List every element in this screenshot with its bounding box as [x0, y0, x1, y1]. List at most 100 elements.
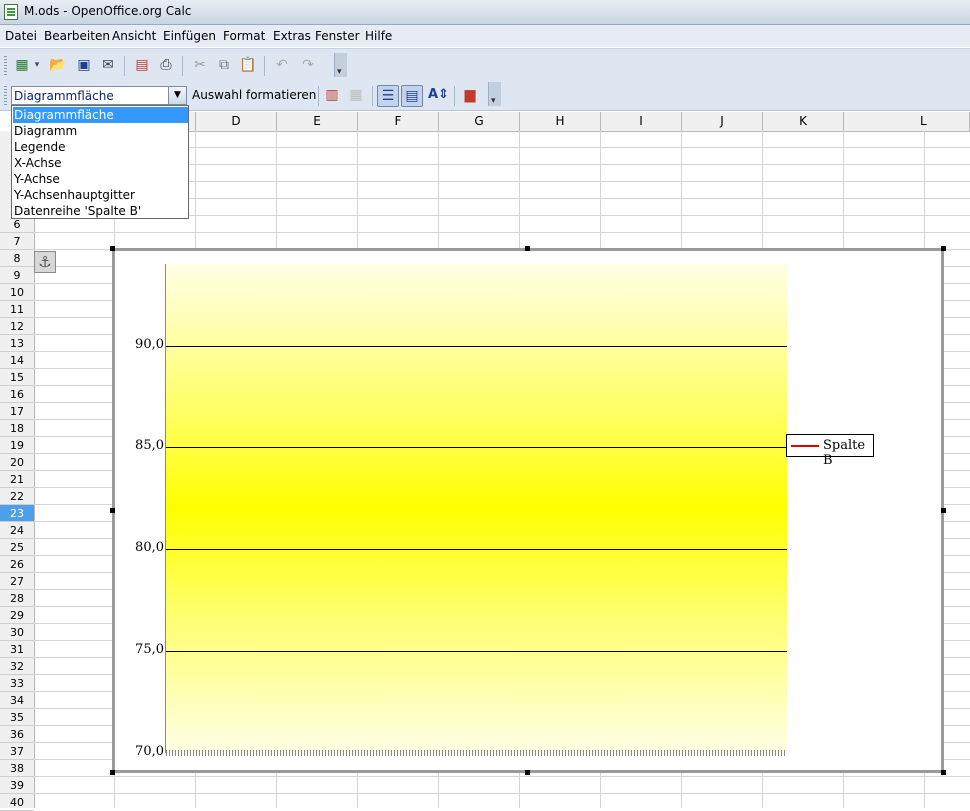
row-header-25[interactable]: 25	[0, 539, 34, 556]
row-header-9[interactable]: 9	[0, 267, 34, 284]
auto-layout-icon[interactable]: ▆	[460, 85, 480, 105]
row-header-18[interactable]: 18	[0, 420, 34, 437]
row-header-38[interactable]: 38	[0, 760, 34, 777]
legend-icon[interactable]: ▤	[401, 85, 423, 107]
copy-icon[interactable]: ⧉	[214, 55, 234, 75]
row-header-30[interactable]: 30	[0, 624, 34, 641]
row-header-29[interactable]: 29	[0, 607, 34, 624]
chart-element-dropdown[interactable]: Diagrammfläche Diagramm Legende X-Achse Y-Ac…	[11, 105, 189, 219]
dropdown-item[interactable]: Legende	[13, 139, 188, 155]
open-icon[interactable]: 📂	[48, 55, 68, 75]
menu-hilfe[interactable]: Hilfe	[365, 29, 392, 43]
format-selection-button[interactable]: Auswahl formatieren	[192, 88, 316, 102]
row-header-22[interactable]: 22	[0, 488, 34, 505]
dropdown-item[interactable]: Diagramm	[13, 123, 188, 139]
chart-type-icon[interactable]: ▥	[322, 85, 342, 105]
x-axis-ticks	[166, 750, 787, 756]
dropdown-item[interactable]: Diagrammfläche	[13, 107, 188, 123]
column-header-j[interactable]: J	[682, 112, 763, 131]
toolbar-grip[interactable]	[4, 56, 7, 76]
column-header-h[interactable]: H	[520, 112, 601, 131]
new-icon[interactable]: ▦	[12, 55, 32, 75]
resize-handle-s[interactable]	[525, 770, 530, 775]
column-header-g[interactable]: G	[439, 112, 520, 131]
menu-bearbeiten[interactable]: Bearbeiten	[44, 29, 110, 43]
column-header-l[interactable]: L	[844, 112, 970, 131]
column-header-i[interactable]: I	[601, 112, 682, 131]
menu-datei[interactable]: Datei	[5, 29, 37, 43]
toolbar-grip[interactable]	[4, 86, 7, 106]
menu-extras[interactable]: Extras	[273, 29, 311, 43]
dropdown-item[interactable]: Y-Achsenhauptgitter	[13, 187, 188, 203]
resize-handle-nw[interactable]	[110, 246, 115, 251]
column-header-k[interactable]: K	[763, 112, 844, 131]
row-header-35[interactable]: 35	[0, 709, 34, 726]
new-dropdown-icon[interactable]: ▾	[32, 55, 42, 75]
dropdown-item[interactable]: Y-Achse	[13, 171, 188, 187]
resize-handle-e[interactable]	[941, 508, 946, 513]
print-icon[interactable]: ⎙	[156, 55, 176, 75]
chart-legend[interactable]: Spalte B	[786, 434, 874, 468]
row-header-23[interactable]: 23	[0, 505, 34, 522]
column-header-d[interactable]: D	[196, 112, 277, 131]
dropdown-item[interactable]: X-Achse	[13, 155, 188, 171]
save-icon[interactable]: ▣	[74, 55, 94, 75]
resize-handle-ne[interactable]	[941, 246, 946, 251]
row-header-31[interactable]: 31	[0, 641, 34, 658]
row-header-28[interactable]: 28	[0, 590, 34, 607]
row-header-27[interactable]: 27	[0, 573, 34, 590]
row-header-33[interactable]: 33	[0, 675, 34, 692]
menu-ansicht[interactable]: Ansicht	[112, 29, 156, 43]
cut-icon[interactable]: ✂	[190, 55, 210, 75]
menu-format[interactable]: Format	[223, 29, 265, 43]
row-header-34[interactable]: 34	[0, 692, 34, 709]
row-header-21[interactable]: 21	[0, 471, 34, 488]
row-header-20[interactable]: 20	[0, 454, 34, 471]
row-header-40[interactable]: 40	[0, 794, 34, 811]
column-header-f[interactable]: F	[358, 112, 439, 131]
toolbar-options-icon[interactable]	[334, 53, 347, 77]
row-header-36[interactable]: 36	[0, 726, 34, 743]
row-header-7[interactable]: 7	[0, 233, 34, 250]
chart-plot-area[interactable]: 70,0 75,0 80,0 85,0 90,0	[135, 264, 787, 759]
anchor-icon[interactable]: ⚓	[34, 251, 56, 273]
row-header-19[interactable]: 19	[0, 437, 34, 454]
scale-text-icon[interactable]: A⇕	[428, 85, 449, 105]
chart-element-select[interactable]: Diagrammfläche ▼	[11, 86, 187, 105]
row-header-39[interactable]: 39	[0, 777, 34, 794]
paste-icon[interactable]: 📋	[238, 55, 258, 75]
resize-handle-w[interactable]	[110, 508, 115, 513]
chevron-down-icon[interactable]: ▼	[168, 87, 186, 104]
email-icon[interactable]: ✉	[98, 55, 118, 75]
row-header-11[interactable]: 11	[0, 301, 34, 318]
resize-handle-n[interactable]	[525, 246, 530, 251]
y-tick-label: 70,0	[135, 744, 164, 759]
row-header-26[interactable]: 26	[0, 556, 34, 573]
data-table-icon[interactable]: ▦	[346, 85, 366, 105]
resize-handle-sw[interactable]	[110, 770, 115, 775]
row-header-16[interactable]: 16	[0, 386, 34, 403]
pdf-icon[interactable]: ▤	[132, 55, 152, 75]
row-header-17[interactable]: 17	[0, 403, 34, 420]
undo-icon[interactable]: ↶	[272, 55, 292, 75]
row-header-37[interactable]: 37	[0, 743, 34, 760]
row-header-13[interactable]: 13	[0, 335, 34, 352]
row-header-15[interactable]: 15	[0, 369, 34, 386]
chart-area[interactable]: 70,0 75,0 80,0 85,0 90,0 Spalte B	[112, 248, 944, 773]
horizontal-grid-icon[interactable]: ☰	[377, 85, 399, 107]
row-header-10[interactable]: 10	[0, 284, 34, 301]
row-header-14[interactable]: 14	[0, 352, 34, 369]
y-tick-label: 75,0	[135, 642, 164, 658]
redo-icon[interactable]: ↷	[298, 55, 318, 75]
row-header-24[interactable]: 24	[0, 522, 34, 539]
row-header-12[interactable]: 12	[0, 318, 34, 335]
row-header-32[interactable]: 32	[0, 658, 34, 675]
row-header-8[interactable]: 8	[0, 250, 34, 267]
column-header-e[interactable]: E	[277, 112, 358, 131]
toolbar-options-icon[interactable]	[488, 82, 501, 106]
resize-handle-se[interactable]	[941, 770, 946, 775]
menu-einfuegen[interactable]: Einfügen	[163, 29, 216, 43]
menu-fenster[interactable]: Fenster	[315, 29, 360, 43]
dropdown-item[interactable]: Datenreihe 'Spalte B'	[13, 203, 188, 219]
row-header: 6 7 8 9 10 11 12 13 14 15 16 17 18 19 20 21 22 23 24 25 26 27…	[0, 131, 35, 811]
